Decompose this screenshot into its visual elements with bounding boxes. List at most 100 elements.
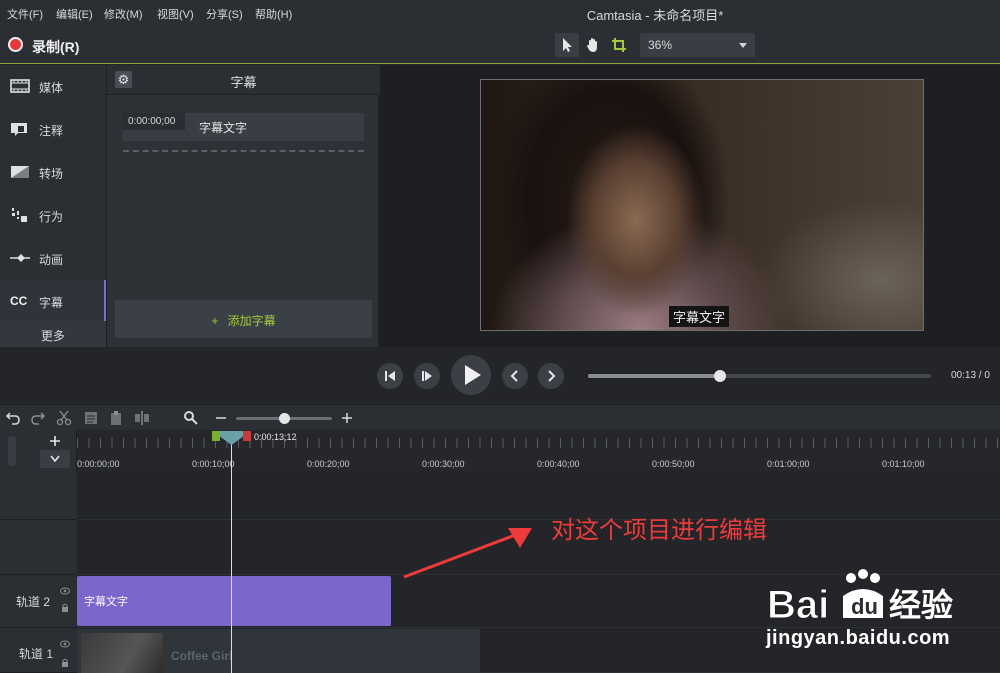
more-button[interactable]: 更多 bbox=[0, 321, 106, 347]
behavior-icon bbox=[12, 208, 27, 222]
crop-icon bbox=[612, 38, 626, 52]
copy-icon[interactable] bbox=[83, 410, 99, 426]
record-button[interactable]: 录制(R) bbox=[32, 37, 79, 57]
plus-icon: + bbox=[211, 314, 219, 328]
play-button[interactable] bbox=[451, 355, 491, 395]
caption-clip[interactable]: 字幕文字 bbox=[77, 576, 391, 626]
ruler-tick-label: 0:00:20;00 bbox=[307, 459, 350, 469]
sidebar-item-animations[interactable]: 动画 bbox=[0, 237, 106, 280]
undo-icon[interactable] bbox=[5, 410, 21, 426]
record-icon[interactable] bbox=[8, 37, 23, 52]
ruler-tick-label: 0:00:50;00 bbox=[652, 459, 695, 469]
pointer-icon bbox=[563, 38, 572, 52]
zoom-out-icon[interactable] bbox=[213, 410, 229, 426]
svg-text:Bai: Bai bbox=[767, 583, 829, 627]
tools-sidebar: 媒体 注释 转场 行为 动画 CC 字幕 更多 bbox=[0, 65, 106, 347]
sidebar-item-captions[interactable]: CC 字幕 bbox=[0, 280, 106, 323]
scrub-progress bbox=[588, 374, 721, 378]
scrub-handle[interactable] bbox=[714, 370, 727, 382]
sidebar-item-transitions[interactable]: 转场 bbox=[0, 151, 106, 194]
sidebar-item-label: 字幕 bbox=[39, 296, 64, 310]
track-header-empty bbox=[0, 520, 77, 575]
ruler-tick-label: 0:00:30;00 bbox=[422, 459, 465, 469]
scrub-bar[interactable] bbox=[588, 370, 931, 382]
main-toolbar: 录制(R) 36% bbox=[0, 26, 1000, 64]
annotation-arrow-icon bbox=[403, 528, 532, 579]
hand-icon bbox=[587, 38, 597, 52]
paste-icon[interactable] bbox=[108, 410, 124, 426]
step-back-icon bbox=[385, 371, 395, 381]
annotation-text: 对这个项目进行编辑 bbox=[551, 516, 767, 544]
select-tool-button[interactable] bbox=[555, 33, 579, 57]
caption-text[interactable]: 字幕文字 bbox=[199, 119, 247, 136]
playhead-line bbox=[231, 440, 232, 673]
track-label: 轨道 2 bbox=[16, 595, 51, 609]
watermark-url: jingyan.baidu.com bbox=[766, 627, 951, 649]
track-header-1[interactable]: 轨道 1 bbox=[0, 628, 77, 673]
previous-button[interactable] bbox=[502, 363, 528, 389]
sidebar-item-label: 注释 bbox=[39, 124, 64, 138]
lock-icon[interactable] bbox=[61, 658, 69, 667]
track-header-empty bbox=[0, 471, 77, 520]
chevron-right-icon bbox=[548, 370, 556, 382]
track-lane-empty[interactable] bbox=[77, 471, 1000, 520]
menu-bar: 文件(F) 编辑(E) 修改(M) 视图(V) 分享(S) 帮助(H) Camt… bbox=[0, 0, 1000, 26]
crop-tool-button[interactable] bbox=[607, 33, 631, 57]
redo-icon[interactable] bbox=[30, 410, 46, 426]
baidu-jingyan-logo: Bai du 经验 bbox=[765, 566, 995, 628]
preview-canvas: 字幕文字 bbox=[380, 65, 1000, 347]
caption-divider bbox=[123, 150, 364, 152]
timeline-zoom-handle[interactable] bbox=[279, 413, 290, 424]
track-label: 轨道 1 bbox=[19, 647, 54, 661]
chevron-down-icon bbox=[50, 455, 60, 463]
svg-text:du: du bbox=[851, 594, 878, 619]
sidebar-item-media[interactable]: 媒体 bbox=[0, 65, 106, 108]
eye-icon[interactable] bbox=[60, 587, 70, 595]
lock-icon[interactable] bbox=[61, 603, 69, 612]
search-icon bbox=[184, 411, 198, 425]
add-caption-button[interactable]: + 添加字幕 bbox=[115, 300, 372, 338]
video-preview[interactable]: 字幕文字 bbox=[480, 79, 924, 331]
ruler-tick-label: 0:01:10;00 bbox=[882, 459, 925, 469]
sidebar-item-annotations[interactable]: 注释 bbox=[0, 108, 106, 151]
sidebar-item-label: 媒体 bbox=[39, 81, 64, 95]
time-readout: 00:13 / 0 bbox=[951, 370, 990, 381]
step-back-button[interactable] bbox=[377, 363, 403, 389]
cut-icon[interactable] bbox=[56, 410, 72, 426]
add-track-icon[interactable] bbox=[48, 434, 62, 448]
step-forward-button[interactable] bbox=[414, 363, 440, 389]
track-options-button[interactable] bbox=[40, 450, 70, 468]
timeline-toolbar bbox=[0, 404, 1000, 430]
next-button[interactable] bbox=[538, 363, 564, 389]
track-height-slider[interactable] bbox=[8, 436, 16, 466]
step-forward-icon bbox=[422, 371, 432, 381]
pan-tool-button[interactable] bbox=[581, 33, 605, 57]
caption-list-item[interactable]: 0:00:00;00 字幕文字 bbox=[123, 113, 364, 141]
paw-icon: Bai du 经验 bbox=[767, 569, 953, 628]
sidebar-item-label: 转场 bbox=[39, 167, 64, 181]
clip-thumbnail bbox=[81, 633, 163, 673]
play-icon bbox=[465, 365, 481, 385]
selection-end-handle[interactable] bbox=[243, 431, 251, 441]
timeline-zoom-slider[interactable] bbox=[236, 413, 332, 424]
film-icon bbox=[10, 79, 30, 93]
sidebar-item-label: 行为 bbox=[39, 210, 64, 224]
track-header-2[interactable]: 轨道 2 bbox=[0, 575, 77, 628]
video-clip[interactable]: Coffee Girl bbox=[77, 629, 480, 673]
zoom-in-icon[interactable] bbox=[339, 410, 355, 426]
sidebar-item-behaviors[interactable]: 行为 bbox=[0, 194, 106, 237]
ruler-tick-label: 0:01:00;00 bbox=[767, 459, 810, 469]
animation-icon bbox=[10, 254, 30, 262]
sidebar-item-label: 动画 bbox=[39, 253, 64, 267]
svg-text:经验: 经验 bbox=[889, 586, 953, 624]
selection-start-handle[interactable] bbox=[212, 431, 220, 441]
captions-panel: ⚙ 字幕 0:00:00;00 字幕文字 + 添加字幕 bbox=[106, 65, 380, 347]
panel-title: 字幕 bbox=[230, 75, 257, 90]
eye-icon[interactable] bbox=[60, 640, 70, 648]
preview-subtitle[interactable]: 字幕文字 bbox=[669, 306, 730, 327]
playback-controls: 00:13 / 0 bbox=[0, 347, 1000, 404]
cc-icon: CC bbox=[10, 294, 28, 308]
caption-timestamp: 0:00:00;00 bbox=[123, 113, 185, 130]
split-icon[interactable] bbox=[134, 410, 150, 426]
zoom-dropdown[interactable]: 36% bbox=[640, 33, 755, 57]
